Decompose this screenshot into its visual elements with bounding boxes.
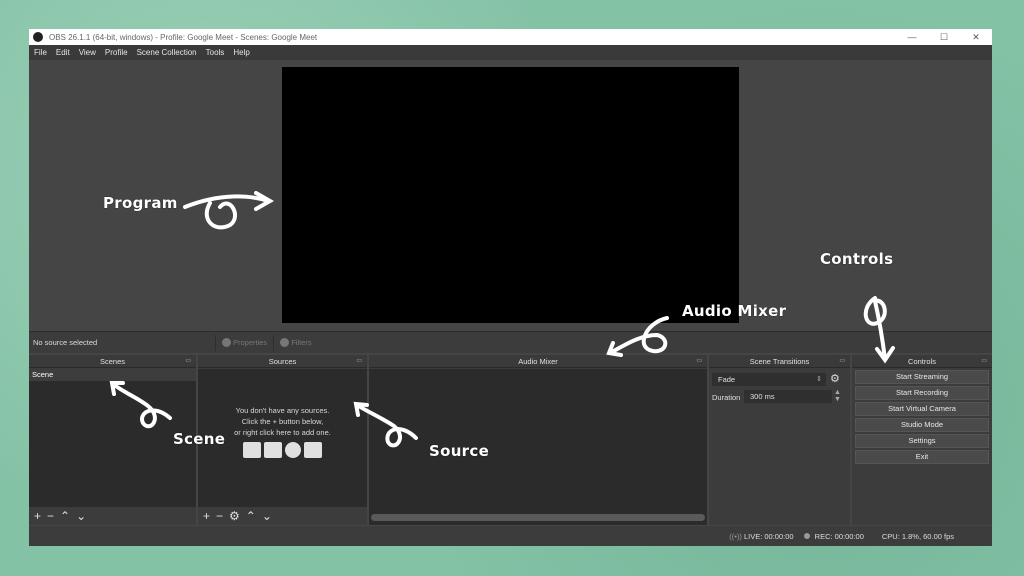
sources-dock-header: Sources ▭ [198,355,367,368]
menu-file[interactable]: File [34,48,47,57]
gear-icon[interactable]: ⚙ [830,373,840,386]
image-icon [243,442,261,458]
menu-help[interactable]: Help [233,48,249,57]
move-down-icon[interactable]: ⌄ [262,509,272,523]
filter-icon [280,338,290,347]
monitor-icon [264,442,282,458]
arrow-to-audio-mixer [606,316,669,357]
record-dot-icon [803,532,810,539]
arrow-to-source [353,401,418,448]
source-toolbar: No source selected Properties Filters [29,331,992,353]
title-bar: OBS 26.1.1 (64-bit, windows) - Profile: … [29,29,992,45]
transitions-dock-header: Scene Transitions ▭ [709,355,850,368]
menu-profile[interactable]: Profile [105,48,128,57]
transition-value: Fade [718,375,736,384]
menu-scene-collection[interactable]: Scene Collection [137,48,197,57]
duration-label: Duration [712,393,741,402]
undock-icon[interactable]: ▭ [356,355,362,368]
duration-field[interactable]: 300 ms [744,390,832,403]
properties-button[interactable]: Properties [215,334,273,351]
obs-window: OBS 26.1.1 (64-bit, windows) - Profile: … [29,29,992,546]
close-button[interactable]: ✕ [960,32,992,43]
scene-transitions-dock: Scene Transitions ▭ Fade ⇕ ⚙ Duration 30… [709,355,850,525]
duration-stepper[interactable]: ▲ ▼ [834,389,841,403]
menu-view[interactable]: View [79,48,96,57]
annotation-controls: Controls [820,250,894,268]
start-virtual-camera-button[interactable]: Start Virtual Camera [855,402,989,416]
broadcast-icon: ((•)) [729,531,742,541]
remove-icon[interactable]: − [47,509,54,523]
undock-icon[interactable]: ▭ [839,355,845,368]
gear-icon [222,338,231,347]
controls-dock: Controls ▭ Start Streaming Start Recordi… [852,355,992,525]
obs-logo-icon [33,32,43,42]
menu-bar: File Edit View Profile Scene Collection … [29,45,992,60]
settings-button[interactable]: Settings [855,434,989,448]
transitions-title: Scene Transitions [749,357,810,366]
chevron-updown-icon: ⇕ [816,376,822,383]
filters-label: Filters [291,338,312,347]
cpu-fps: CPU: 1.8%, 60.00 fps [881,531,954,541]
program-preview[interactable] [282,67,739,323]
undock-icon[interactable]: ▭ [981,355,987,368]
annotation-program: Program [103,194,178,212]
arrow-to-controls [863,296,895,364]
remove-icon[interactable]: − [216,509,223,523]
add-icon[interactable]: + [203,509,210,523]
sources-toolbar: + − ⚙ ⌃ ⌄ [198,507,367,525]
annotation-source: Source [429,442,490,460]
annotation-audio-mixer: Audio Mixer [682,302,787,320]
scenes-title: Scenes [99,357,126,366]
horizontal-scrollbar[interactable] [371,514,705,521]
move-up-icon[interactable]: ⌃ [246,509,256,523]
exit-button[interactable]: Exit [855,450,989,464]
live-time: LIVE: 00:00:00 [743,531,794,541]
studio-mode-button[interactable]: Studio Mode [855,418,989,432]
rec-status: REC: 00:00:00 [803,531,864,541]
move-down-icon[interactable]: ⌄ [76,509,86,523]
move-up-icon[interactable]: ⌃ [60,509,70,523]
annotation-scene: Scene [173,430,226,448]
minimize-button[interactable]: — [896,32,928,42]
gear-icon[interactable]: ⚙ [229,509,240,523]
scenes-dock-header: Scenes ▭ [29,355,196,368]
arrow-to-scene [109,381,172,429]
rec-time: REC: 00:00:00 [814,531,864,541]
controls-title: Controls [908,357,936,366]
maximize-button[interactable]: ☐ [928,32,960,43]
start-streaming-button[interactable]: Start Streaming [855,370,989,384]
menu-tools[interactable]: Tools [206,48,225,57]
filters-button[interactable]: Filters [273,334,317,351]
sources-title: Sources [268,357,297,366]
transition-select[interactable]: Fade ⇕ [712,373,826,386]
undock-icon[interactable]: ▭ [185,355,191,368]
camera-icon [304,442,322,458]
window-title: OBS 26.1.1 (64-bit, windows) - Profile: … [49,32,318,42]
menu-edit[interactable]: Edit [56,48,70,57]
status-bar: ((•)) LIVE: 00:00:00 REC: 00:00:00 CPU: … [29,526,992,546]
start-recording-button[interactable]: Start Recording [855,386,989,400]
empty-line-1: You don't have any sources. [235,406,330,415]
empty-line-2: Click the + button below, [241,417,324,426]
properties-label: Properties [233,338,268,347]
scenes-toolbar: + − ⌃ ⌄ [29,507,196,525]
add-icon[interactable]: + [34,509,41,523]
mixer-title: Audio Mixer [518,357,558,366]
globe-icon [285,442,301,458]
arrow-to-program [183,191,275,230]
undock-icon[interactable]: ▭ [696,355,702,368]
live-status: ((•)) LIVE: 00:00:00 [729,532,793,541]
no-source-label: No source selected [33,338,98,347]
